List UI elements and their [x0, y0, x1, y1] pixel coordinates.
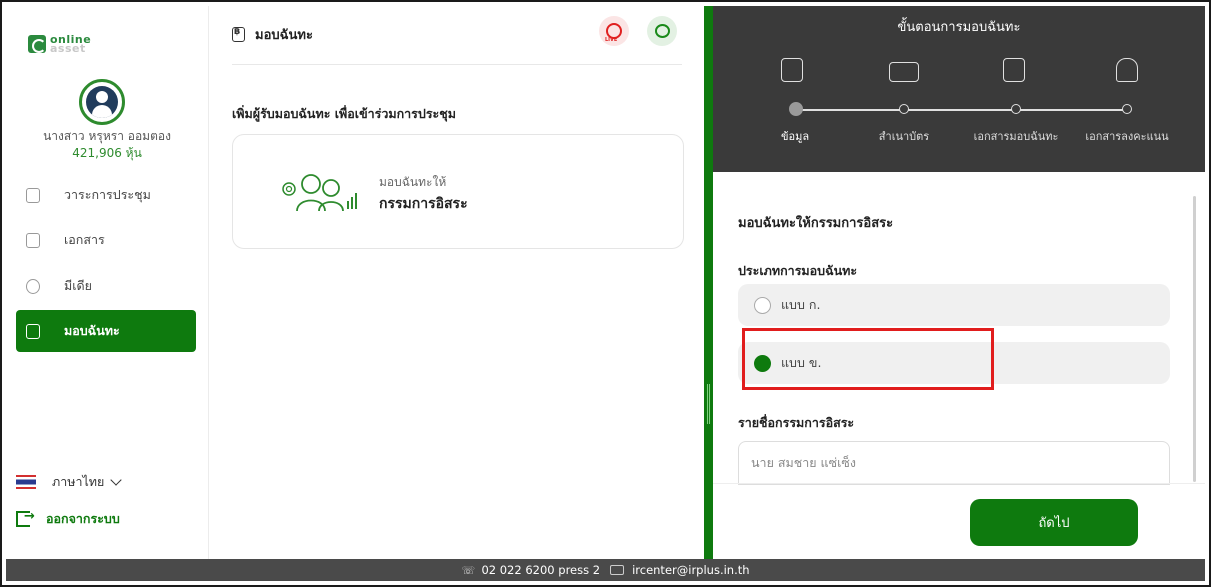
folder-icon	[26, 232, 40, 248]
selection-highlight-box	[742, 328, 994, 390]
stepper-title: ขั้นตอนการมอบฉันทะ	[897, 20, 1021, 35]
agenda-icon	[26, 187, 40, 203]
sidebar-item-label: วาระการประชุม	[64, 187, 151, 202]
stepper-header: ขั้นตอนการมอบฉันทะ ข้อมูล สำเนาบัตร เอกส…	[713, 6, 1205, 172]
sidebar-item-label: เอกสาร	[64, 232, 105, 247]
footer-phone[interactable]: 02 022 6200 press 2	[481, 563, 600, 577]
footer-email[interactable]: ircenter@irplus.in.th	[632, 563, 749, 577]
phone-icon: ☏	[461, 564, 476, 577]
page-title: มอบฉันทะ	[232, 24, 313, 45]
chevron-down-icon	[110, 474, 123, 486]
step-label-info[interactable]: ข้อมูล	[773, 127, 817, 145]
step-dot-4[interactable]	[1122, 104, 1132, 114]
proxy-doc-icon	[232, 27, 245, 42]
director-name-label: รายชื่อกรรมการอิสระ	[738, 415, 855, 430]
live-broadcast-button[interactable]	[599, 16, 629, 46]
step-label-id-copy[interactable]: สำเนาบัตร	[869, 127, 939, 145]
sidebar-item-media[interactable]: มีเดีย	[16, 265, 196, 307]
sidebar-item-agenda[interactable]: วาระการประชุม	[16, 174, 196, 216]
logout-icon	[16, 509, 35, 527]
logout-label: ออกจากระบบ	[46, 511, 120, 526]
logout-button[interactable]: ออกจากระบบ	[16, 509, 120, 529]
proxy-type-option-a[interactable]: แบบ ก.	[738, 284, 1170, 326]
language-selector[interactable]: ภาษาไทย	[16, 472, 123, 492]
form-title: มอบฉันทะให้กรรมการอิสระ	[738, 216, 894, 231]
director-name-field[interactable]	[738, 441, 1170, 485]
panel-split-bar[interactable]	[704, 6, 713, 559]
thai-flag-icon	[16, 475, 36, 489]
page-title-text: มอบฉันทะ	[255, 28, 313, 43]
chat-button[interactable]	[647, 16, 677, 46]
logo-text: online asset	[50, 34, 91, 55]
proxy-independent-director-card[interactable]: มอบฉันทะให้ กรรมการอิสระ	[232, 134, 684, 249]
proxy-wizard-panel: ขั้นตอนการมอบฉันทะ ข้อมูล สำเนาบัตร เอกส…	[713, 6, 1205, 559]
card-subtitle: มอบฉันทะให้	[379, 175, 447, 189]
card-title: กรรมการอิสระ	[379, 196, 468, 212]
sidebar-item-proxy[interactable]: มอบฉันทะ	[16, 310, 196, 352]
clipboard-icon	[781, 58, 803, 82]
proxy-type-label: ประเภทการมอบฉันทะ	[738, 263, 858, 278]
language-label: ภาษาไทย	[52, 474, 105, 489]
step-dot-3[interactable]	[1011, 104, 1021, 114]
user-avatar-icon	[86, 86, 118, 118]
play-icon	[26, 278, 40, 294]
section-heading: เพิ่มผู้รับมอบฉันทะ เพื่อเข้าร่วมการประช…	[232, 106, 456, 121]
ballot-box-icon	[1116, 58, 1138, 82]
brand-logo[interactable]: online asset	[28, 34, 91, 54]
stepper-line	[799, 109, 1125, 111]
divider	[232, 64, 682, 65]
divider	[713, 483, 1205, 484]
option-label: แบบ ก.	[781, 297, 821, 312]
id-card-icon	[889, 62, 919, 82]
logo-text-bottom: asset	[50, 42, 86, 55]
contact-footer: ☏ 02 022 6200 press 2 ircenter@irplus.in…	[6, 559, 1205, 581]
next-button[interactable]: ถัดไป	[970, 499, 1138, 546]
step-label-proxy-doc[interactable]: เอกสารมอบฉันทะ	[964, 127, 1068, 145]
user-shares: 421,906 หุ้น	[72, 146, 142, 160]
logo-icon	[28, 35, 46, 53]
sidebar-item-label: มีเดีย	[64, 278, 92, 293]
scrollbar[interactable]	[1193, 196, 1196, 482]
step-dot-2[interactable]	[899, 104, 909, 114]
mail-icon	[610, 565, 625, 575]
sidebar-item-label: มอบฉันทะ	[64, 323, 120, 338]
proxy-doc-icon	[26, 323, 40, 339]
sidebar: online asset นางสาว หรุหรา ออมตอง 421,90…	[6, 6, 209, 559]
drag-handle-icon[interactable]	[707, 384, 710, 424]
step-label-vote-doc[interactable]: เอกสารลงคะแนน	[1077, 127, 1177, 145]
avatar[interactable]	[79, 79, 125, 125]
people-group-icon	[282, 174, 357, 212]
step-dot-1[interactable]	[789, 102, 803, 116]
main-content: มอบฉันทะ เพิ่มผู้รับมอบฉันทะ เพื่อเข้าร่…	[210, 6, 704, 559]
sidebar-item-documents[interactable]: เอกสาร	[16, 219, 196, 261]
proxy-document-icon	[1003, 58, 1025, 82]
radio-unchecked[interactable]	[754, 296, 771, 314]
